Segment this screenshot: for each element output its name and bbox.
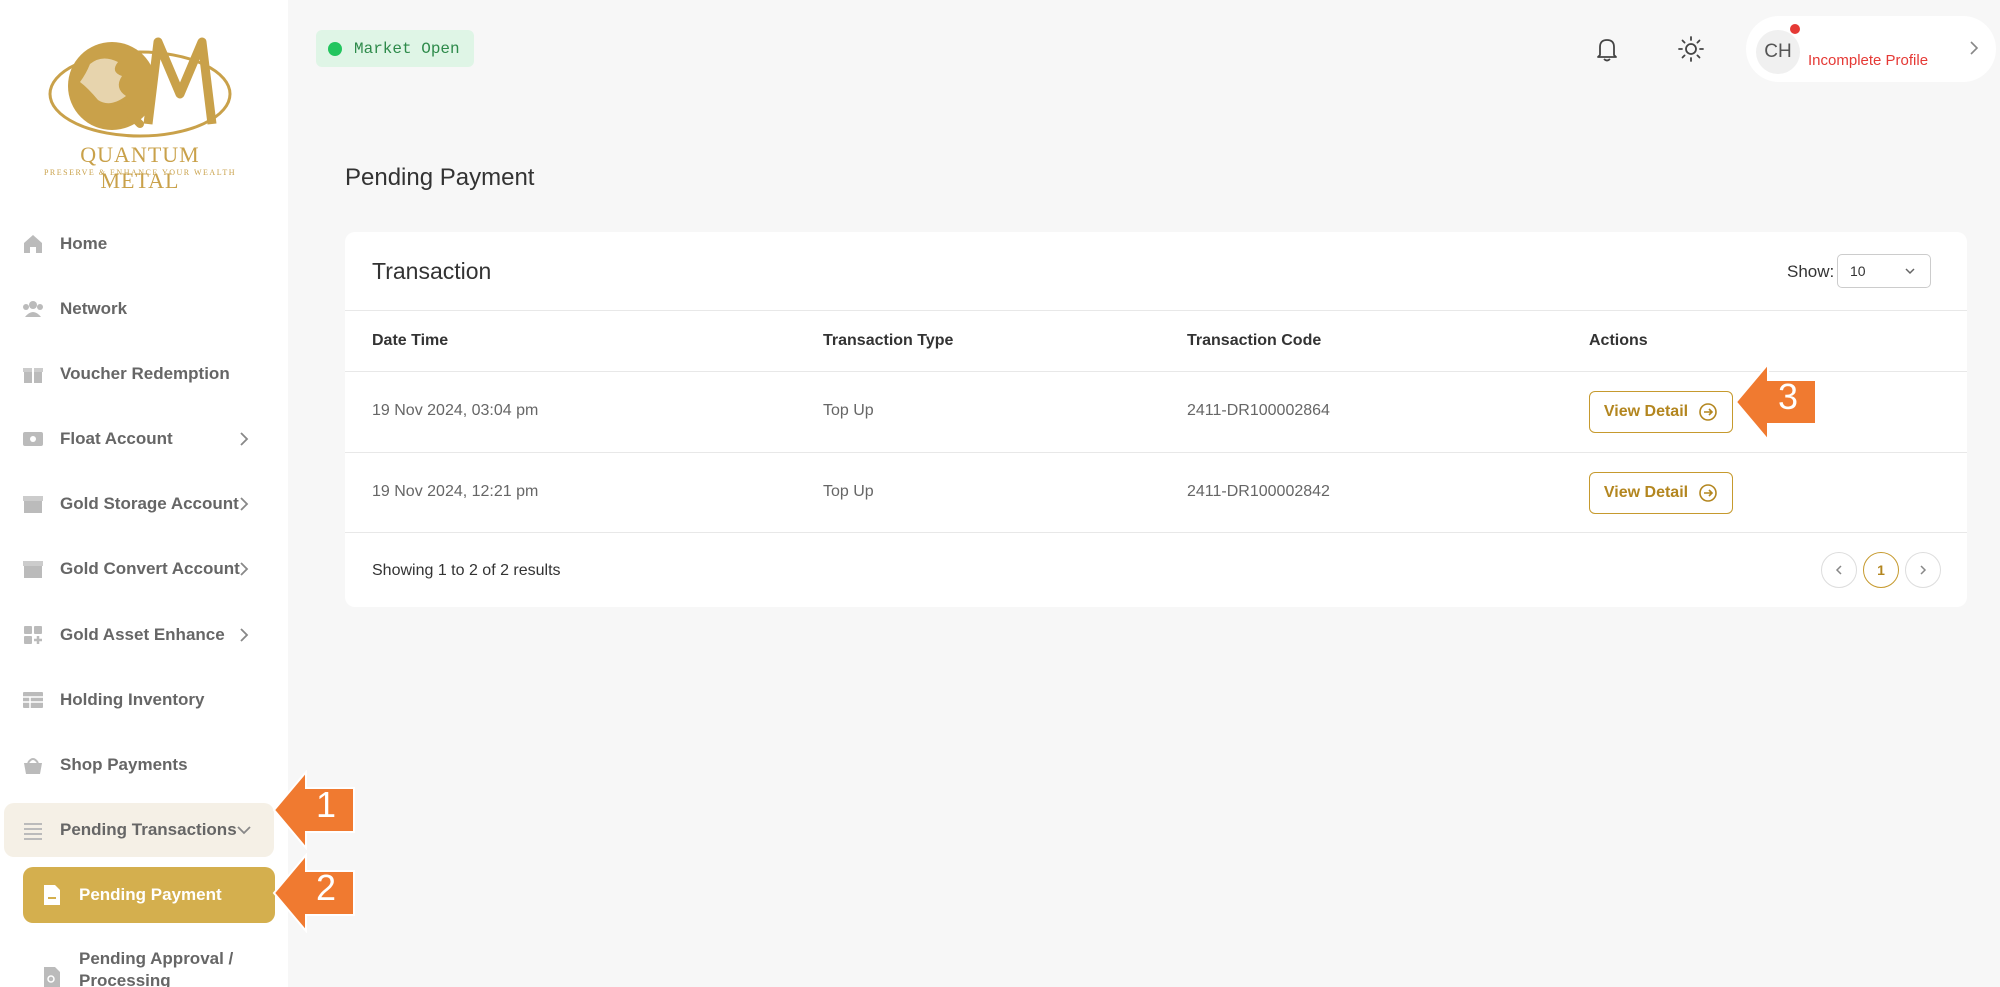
sidebar-item-label: Gold Convert Account — [60, 559, 240, 578]
network-icon — [20, 296, 46, 322]
sidebar-item-label: Gold Asset Enhance — [60, 625, 225, 644]
divider — [345, 310, 1967, 311]
page-number-button[interactable]: 1 — [1863, 552, 1899, 588]
transaction-card: Transaction Show: 10 Date Time Transacti… — [345, 232, 1967, 607]
column-header-date-time: Date Time — [372, 332, 449, 349]
market-status-badge: Market Open — [316, 30, 474, 67]
sun-icon[interactable] — [1676, 34, 1706, 64]
view-detail-label: View Detail — [1603, 484, 1689, 501]
notification-dot — [1790, 24, 1800, 34]
cell-transaction-type: Top Up — [823, 483, 874, 500]
table-icon — [20, 687, 46, 713]
document-search-icon — [39, 964, 65, 987]
sidebar-item-label: Home — [60, 234, 108, 253]
box-icon — [20, 491, 46, 517]
document-icon — [39, 882, 65, 908]
sidebar-item-network[interactable]: Network — [4, 282, 274, 336]
sidebar-subitem-pending-payment[interactable]: Pending Payment — [23, 867, 275, 923]
sidebar-item-holding-inventory[interactable]: Holding Inventory — [4, 673, 274, 727]
chevron-right-icon — [240, 562, 249, 576]
view-detail-label: View Detail — [1603, 403, 1689, 420]
chevron-left-icon — [1835, 565, 1842, 575]
sidebar-item-voucher-redemption[interactable]: Voucher Redemption — [4, 347, 274, 401]
callout-number: 1 — [315, 784, 337, 825]
divider — [345, 532, 1967, 533]
sidebar-item-pending-transactions[interactable]: Pending Transactions — [4, 803, 274, 857]
list-icon — [20, 817, 46, 843]
view-detail-button[interactable]: View Detail — [1589, 472, 1733, 514]
cell-transaction-code: 2411-DR100002842 — [1187, 483, 1330, 500]
brand-logo[interactable]: Quantum Metal Preserve & Enhance Your We… — [40, 24, 240, 193]
bell-icon[interactable] — [1592, 34, 1622, 64]
arrow-circle-right-icon — [1699, 403, 1717, 421]
profile-status: Incomplete Profile — [1808, 52, 1929, 69]
sidebar-subitem-pending-approval[interactable]: Pending Approval / Processing — [23, 940, 275, 987]
sidebar-item-gold-asset-enhance[interactable]: Gold Asset Enhance — [4, 608, 274, 662]
sidebar-item-gold-convert-account[interactable]: Gold Convert Account — [4, 542, 274, 596]
callout-arrow-2: 2 — [272, 853, 356, 933]
sidebar-item-label: Pending Transactions — [60, 820, 237, 839]
next-page-button[interactable] — [1905, 552, 1941, 588]
card-title: Transaction — [372, 258, 492, 284]
sidebar-subitem-label: Pending Payment — [79, 885, 222, 904]
sidebar-item-home[interactable]: Home — [4, 217, 274, 271]
page-size-select[interactable]: 10 — [1837, 254, 1931, 288]
sidebar-item-label: Gold Storage Account — [60, 494, 239, 513]
sidebar-item-label: Voucher Redemption — [60, 364, 230, 383]
chevron-right-icon — [1920, 565, 1927, 575]
page-title: Pending Payment — [345, 164, 535, 191]
sidebar-subitem-label: Pending Approval / Processing — [79, 949, 234, 987]
basket-icon — [20, 752, 46, 778]
callout-arrow-1: 1 — [272, 770, 356, 850]
home-icon — [20, 231, 46, 257]
chevron-right-icon — [240, 497, 249, 511]
avatar: CH — [1756, 30, 1800, 74]
callout-number: 3 — [1777, 376, 1799, 417]
sidebar-item-label: Network — [60, 299, 128, 318]
table-row: 19 Nov 2024, 12:21 pm Top Up 2411-DR1000… — [345, 453, 1967, 533]
prev-page-button[interactable] — [1821, 552, 1857, 588]
chevron-down-icon — [237, 826, 251, 835]
cash-icon — [20, 426, 46, 452]
chevron-right-icon — [240, 432, 249, 446]
results-summary: Showing 1 to 2 of 2 results — [372, 562, 561, 579]
globe-logo-icon — [48, 37, 232, 138]
chevron-down-icon — [1905, 268, 1915, 275]
sidebar-item-gold-storage-account[interactable]: Gold Storage Account — [4, 477, 274, 531]
show-label: Show: — [1787, 262, 1835, 281]
view-detail-button[interactable]: View Detail — [1589, 391, 1733, 433]
callout-arrow-3: 3 — [1734, 362, 1818, 442]
sidebar-item-label: Shop Payments — [60, 755, 188, 774]
sidebar: Quantum Metal Preserve & Enhance Your We… — [0, 0, 288, 987]
table-row: 19 Nov 2024, 03:04 pm Top Up 2411-DR1000… — [345, 372, 1967, 452]
chevron-right-icon — [240, 628, 249, 642]
status-dot-icon — [328, 41, 342, 56]
grid-plus-icon — [20, 622, 46, 648]
box-icon — [20, 556, 46, 582]
column-header-actions: Actions — [1589, 332, 1648, 349]
callout-number: 2 — [315, 867, 337, 908]
sidebar-item-label: Float Account — [60, 429, 173, 448]
sidebar-item-float-account[interactable]: Float Account — [4, 412, 274, 466]
column-header-transaction-type: Transaction Type — [823, 332, 954, 349]
cell-date-time: 19 Nov 2024, 03:04 pm — [372, 402, 539, 419]
profile-menu[interactable]: CH Incomplete Profile — [1746, 16, 1996, 82]
cell-date-time: 19 Nov 2024, 12:21 pm — [372, 483, 539, 500]
brand-tagline: Preserve & Enhance Your Wealth — [43, 168, 237, 177]
market-status-text: Market Open — [354, 39, 460, 58]
column-header-transaction-code: Transaction Code — [1187, 332, 1322, 349]
chevron-right-icon — [1970, 41, 1979, 55]
page-size-value: 10 — [1850, 263, 1866, 279]
sidebar-item-label: Holding Inventory — [60, 690, 205, 709]
cell-transaction-code: 2411-DR100002864 — [1187, 402, 1330, 419]
gift-icon — [20, 361, 46, 387]
sidebar-item-shop-payments[interactable]: Shop Payments — [4, 738, 274, 792]
cell-transaction-type: Top Up — [823, 402, 874, 419]
arrow-circle-right-icon — [1699, 484, 1717, 502]
